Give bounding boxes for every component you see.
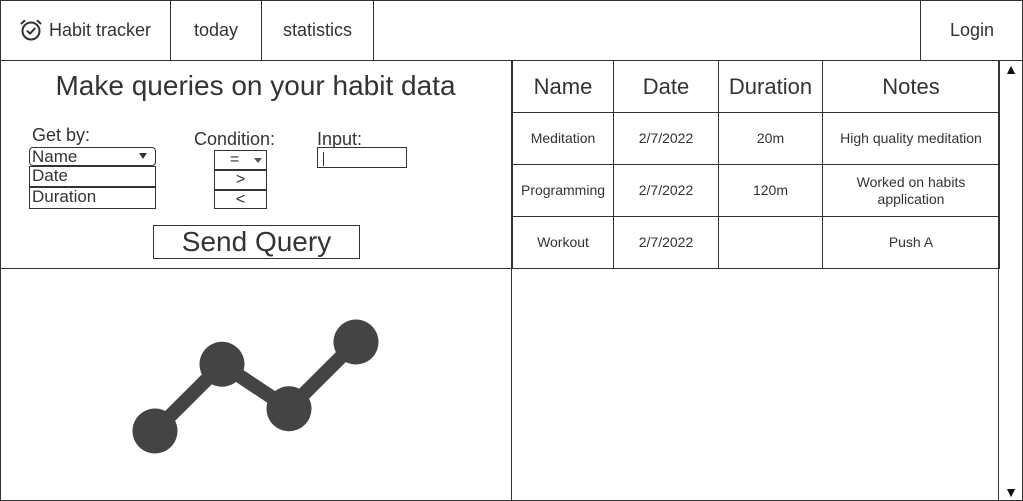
cell-notes: High quality meditation — [822, 112, 1000, 165]
cell-name: Meditation — [512, 112, 614, 165]
chevron-down-icon — [254, 158, 262, 163]
series-line — [150, 337, 361, 436]
cell-date: 2/7/2022 — [613, 216, 719, 269]
habit-table: Name Date Duration Notes Meditation 2/7/… — [512, 60, 1000, 269]
column-header-duration[interactable]: Duration — [718, 60, 823, 113]
get-by-option-date[interactable]: Date — [29, 166, 156, 187]
get-by-selected-value: Name — [32, 147, 78, 166]
brand-label: Habit tracker — [48, 19, 152, 40]
cell-duration: 120m — [718, 164, 823, 217]
chevron-down-icon — [139, 153, 147, 159]
column-header-name[interactable]: Name — [512, 60, 614, 113]
get-by-select[interactable]: Name — [29, 147, 156, 166]
data-point-1 — [132, 408, 178, 454]
table-scrollbar[interactable]: ▲ ▼ — [998, 60, 1023, 501]
table-row[interactable]: Programming 2/7/2022 120m Worked on habi… — [512, 164, 1000, 217]
cell-duration: 20m — [718, 112, 823, 165]
table-row[interactable]: Workout 2/7/2022 Push A — [512, 216, 1000, 269]
cell-date: 2/7/2022 — [613, 164, 719, 217]
table-row[interactable]: Meditation 2/7/2022 20m High quality med… — [512, 112, 1000, 165]
get-by-label: Get by: — [32, 125, 91, 145]
query-title: Make queries on your habit data — [55, 70, 456, 101]
top-nav: Habit tracker today statistics Login — [0, 0, 1023, 61]
table-header-row: Name Date Duration Notes — [512, 60, 1000, 113]
nav-today[interactable]: today — [171, 0, 262, 60]
send-query-button[interactable]: Send Query — [153, 225, 360, 259]
condition-selected-value: = — [229, 151, 240, 168]
cell-name: Workout — [512, 216, 614, 269]
login-button[interactable]: Login — [920, 0, 1023, 60]
data-point-2 — [199, 341, 245, 387]
condition-option-greater[interactable]: > — [214, 170, 267, 190]
cell-notes: Push A — [822, 216, 1000, 269]
text-cursor — [323, 152, 324, 166]
column-header-date[interactable]: Date — [613, 60, 719, 113]
get-by-option-duration[interactable]: Duration — [29, 187, 156, 209]
nav-statistics[interactable]: statistics — [262, 0, 374, 60]
condition-select[interactable]: = — [214, 150, 267, 170]
column-header-notes[interactable]: Notes — [822, 60, 1000, 113]
cell-date: 2/7/2022 — [613, 112, 719, 165]
line-chart — [132, 319, 379, 454]
data-point-4 — [333, 319, 379, 365]
condition-option-less[interactable]: < — [214, 190, 267, 209]
query-input[interactable] — [317, 147, 407, 168]
scroll-up-arrow-icon[interactable]: ▲ — [999, 60, 1023, 78]
cell-name: Programming — [512, 164, 614, 217]
cell-duration — [718, 216, 823, 269]
scroll-down-arrow-icon[interactable]: ▼ — [999, 483, 1023, 501]
alarm-clock-icon — [20, 19, 42, 41]
cell-notes: Worked on habits application — [822, 164, 1000, 217]
condition-label: Condition: — [194, 129, 276, 149]
data-point-3 — [266, 386, 312, 432]
brand[interactable]: Habit tracker — [0, 0, 171, 60]
